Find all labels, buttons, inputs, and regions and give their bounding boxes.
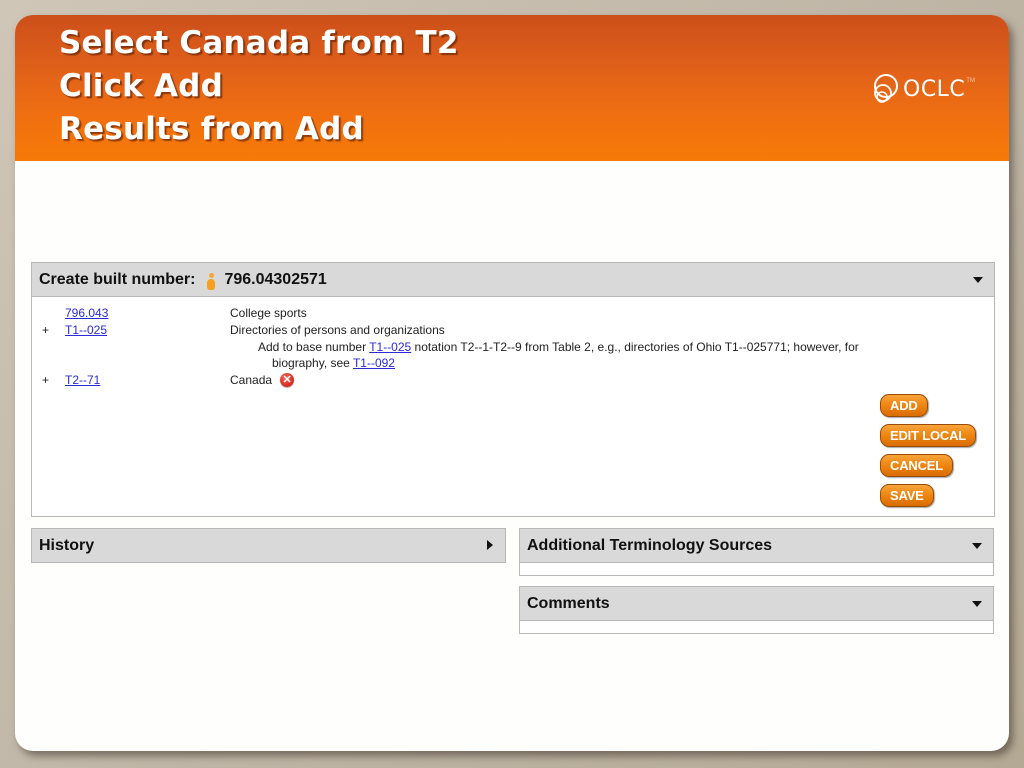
comments-panel: Comments bbox=[519, 586, 994, 634]
cancel-button[interactable]: CANCEL bbox=[880, 454, 953, 477]
note-link-t1-025[interactable]: T1--025 bbox=[369, 340, 411, 354]
additional-terminology-header[interactable]: Additional Terminology Sources bbox=[520, 529, 993, 563]
component-description-text: Canada bbox=[230, 373, 273, 387]
plus-sign: + bbox=[42, 323, 50, 337]
component-row: + T1--025 Directories of persons and org… bbox=[32, 322, 932, 338]
title-line-2: Click Add bbox=[59, 68, 223, 104]
built-number-header[interactable]: Create built number: 796.04302571 bbox=[32, 263, 994, 297]
oclc-rings-icon bbox=[874, 74, 898, 103]
note-text: Add to base number bbox=[258, 340, 370, 354]
info-icon[interactable] bbox=[206, 272, 216, 291]
save-button[interactable]: SAVE bbox=[880, 484, 934, 507]
component-code-link[interactable]: T2--71 bbox=[65, 372, 100, 388]
remove-icon[interactable]: ✕ bbox=[280, 372, 295, 387]
collapse-triangle-icon[interactable] bbox=[972, 543, 982, 549]
comments-header[interactable]: Comments bbox=[520, 587, 993, 621]
component-description: Directories of persons and organizations bbox=[230, 323, 445, 337]
collapse-triangle-icon[interactable] bbox=[972, 601, 982, 607]
history-label: History bbox=[39, 536, 95, 554]
additional-terminology-label: Additional Terminology Sources bbox=[527, 536, 773, 554]
oclc-logo: OCLC TM bbox=[872, 73, 975, 105]
built-number-label: Create built number: bbox=[39, 270, 196, 288]
logo-trademark: TM bbox=[966, 78, 975, 84]
add-button[interactable]: ADD bbox=[880, 394, 928, 417]
component-note-line-1: Add to base number T1--025 notation T2--… bbox=[258, 339, 859, 355]
component-code-link[interactable]: 796.043 bbox=[65, 305, 108, 321]
component-description: Canada ✕ bbox=[230, 372, 295, 388]
note-text: notation T2--1-T2--9 from Table 2, e.g.,… bbox=[411, 340, 859, 354]
title-banner: Select Canada from T2 Click Add Results … bbox=[15, 15, 1009, 161]
additional-terminology-panel: Additional Terminology Sources bbox=[519, 528, 994, 576]
note-link-t1-092[interactable]: T1--092 bbox=[353, 356, 395, 370]
expand-triangle-icon[interactable] bbox=[487, 540, 493, 550]
component-row: 796.043 College sports bbox=[32, 305, 932, 321]
logo-text: OCLC bbox=[903, 76, 966, 102]
component-note-line-2: biography, see T1--092 bbox=[272, 355, 395, 371]
component-code-link[interactable]: T1--025 bbox=[65, 322, 107, 338]
history-panel: History bbox=[31, 528, 506, 563]
slide: Select Canada from T2 Click Add Results … bbox=[15, 15, 1009, 751]
plus-sign: + bbox=[42, 373, 50, 387]
built-number-value: 796.04302571 bbox=[224, 270, 327, 288]
history-header[interactable]: History bbox=[32, 529, 505, 562]
title-line-1: Select Canada from T2 bbox=[59, 25, 459, 61]
collapse-triangle-icon[interactable] bbox=[973, 277, 983, 283]
comments-label: Comments bbox=[527, 594, 610, 612]
built-number-panel: Create built number: 796.04302571 796.04… bbox=[31, 262, 995, 517]
edit-local-button[interactable]: EDIT LOCAL bbox=[880, 424, 976, 447]
note-text: biography, see bbox=[272, 356, 353, 370]
component-description: College sports bbox=[230, 306, 307, 320]
component-row: + T2--71 Canada ✕ bbox=[32, 372, 932, 388]
title-line-3: Results from Add bbox=[59, 111, 364, 147]
